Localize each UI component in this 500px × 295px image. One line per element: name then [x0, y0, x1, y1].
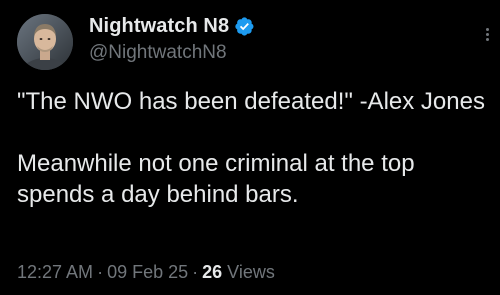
tweet-meta: 12:27 AM · 09 Feb 25 · 26 Views — [17, 262, 275, 283]
tweet-card: Nightwatch N8 @NightwatchN8 "The NWO has… — [0, 0, 500, 295]
tweet-paragraph: "The NWO has been defeated!" -Alex Jones — [17, 88, 485, 115]
tweet-text: "The NWO has been defeated!" -Alex Jones… — [17, 86, 487, 210]
views-label[interactable]: Views — [227, 262, 275, 282]
views-count[interactable]: 26 — [202, 262, 222, 282]
tweet-time[interactable]: 12:27 AM — [17, 262, 93, 282]
tweet-paragraph: Meanwhile not one criminal at the top sp… — [17, 150, 415, 208]
author-display-name[interactable]: Nightwatch N8 — [89, 15, 229, 38]
author-name-row[interactable]: Nightwatch N8 — [89, 14, 255, 38]
tweet-date[interactable]: 09 Feb 25 — [107, 262, 188, 282]
avatar-image — [17, 14, 73, 70]
separator: · — [97, 262, 104, 282]
verified-badge-icon — [234, 16, 255, 37]
separator: · — [192, 262, 199, 282]
more-options-icon[interactable] — [480, 26, 494, 48]
avatar[interactable] — [17, 14, 73, 70]
author-handle[interactable]: @NightwatchN8 — [89, 42, 227, 64]
